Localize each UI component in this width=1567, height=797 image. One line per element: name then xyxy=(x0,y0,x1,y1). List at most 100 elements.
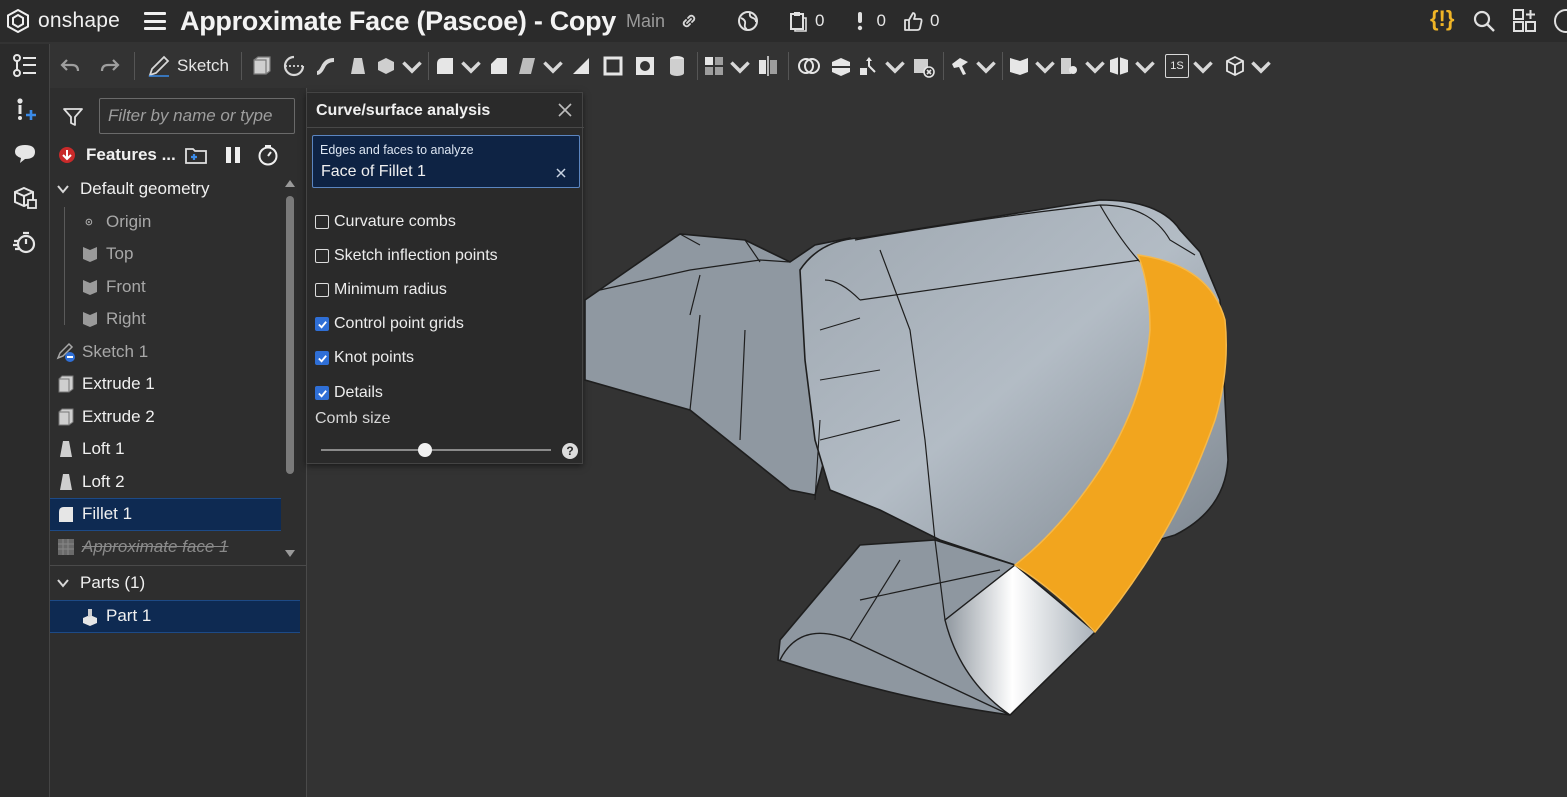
rollback-icon[interactable] xyxy=(58,146,76,164)
performance-button[interactable] xyxy=(0,220,50,264)
chevron-down-icon[interactable] xyxy=(728,54,752,78)
new-folder-icon[interactable] xyxy=(184,144,210,166)
hole-button[interactable] xyxy=(629,48,661,84)
chevron-down-icon[interactable] xyxy=(974,54,998,78)
approximate-face-icon xyxy=(58,538,74,555)
chevron-down-icon[interactable] xyxy=(56,576,70,590)
insert-mate-button[interactable] xyxy=(0,88,50,132)
view-badge-button[interactable]: 1S xyxy=(1164,48,1215,84)
delete-part-button[interactable] xyxy=(907,48,939,84)
thicken-button[interactable] xyxy=(374,48,424,84)
parts-group[interactable]: Parts (1) xyxy=(50,567,307,600)
stopwatch-icon[interactable] xyxy=(256,143,280,167)
chevron-down-icon[interactable] xyxy=(1191,54,1215,78)
like-button[interactable]: 0 xyxy=(902,10,939,32)
redo-button[interactable] xyxy=(90,48,130,84)
extrude-icon xyxy=(253,56,271,75)
tree-item-extrude-2[interactable]: Extrude 2 xyxy=(50,401,281,434)
fillet-icon xyxy=(59,507,73,523)
exclamation-icon xyxy=(857,12,862,31)
chamfer-button[interactable] xyxy=(483,48,515,84)
modify-button[interactable] xyxy=(948,48,998,84)
tree-item-fillet-1[interactable]: Fillet 1 xyxy=(50,498,281,531)
chevron-down-icon[interactable] xyxy=(56,182,70,196)
chevron-down-icon[interactable] xyxy=(1249,54,1273,78)
feature-toolbar: Sketch 1S xyxy=(50,44,1567,88)
tree-item-right[interactable]: Right xyxy=(50,303,281,336)
main-menu-icon[interactable] xyxy=(144,12,166,30)
loft-icon xyxy=(60,441,72,458)
tree-item-loft-1[interactable]: Loft 1 xyxy=(50,433,281,466)
plane-button[interactable] xyxy=(1007,48,1057,84)
document-title[interactable]: Approximate Face (Pascoe) - Copy xyxy=(180,6,616,37)
tree-item-label: Fillet 1 xyxy=(82,504,133,524)
shell-button[interactable] xyxy=(597,48,629,84)
chevron-down-icon[interactable] xyxy=(883,54,907,78)
loft-icon xyxy=(350,58,365,74)
chevron-down-icon[interactable] xyxy=(1083,54,1107,78)
link-icon[interactable] xyxy=(679,11,699,31)
versions-button[interactable]: 0 xyxy=(787,10,825,32)
features-title[interactable]: Features ... xyxy=(86,145,176,165)
loft-button[interactable] xyxy=(342,48,374,84)
undo-button[interactable] xyxy=(50,48,90,84)
view-cube-icon xyxy=(1226,55,1244,77)
parts-library-button[interactable] xyxy=(0,176,50,220)
chevron-down-icon[interactable] xyxy=(1133,54,1157,78)
mirror-button[interactable] xyxy=(752,48,784,84)
extrude-button[interactable] xyxy=(246,48,278,84)
notifications-button[interactable]: 0 xyxy=(849,10,886,32)
graphics-viewport[interactable] xyxy=(308,88,1567,797)
feature-list-toggle[interactable] xyxy=(0,44,50,88)
tree-item-approximate-face-1[interactable]: Approximate face 1 xyxy=(50,531,281,564)
mate-connector-button[interactable] xyxy=(1057,48,1107,84)
hammer-icon xyxy=(951,58,968,75)
chevron-down-icon[interactable] xyxy=(400,54,424,78)
apps-icon[interactable] xyxy=(1512,8,1538,34)
tree-item-part-1[interactable]: Part 1 xyxy=(50,600,300,633)
filter-input[interactable] xyxy=(99,98,295,134)
tree-item-front[interactable]: Front xyxy=(50,271,281,304)
scroll-down-arrow-icon[interactable] xyxy=(284,549,296,559)
tree-item-loft-2[interactable]: Loft 2 xyxy=(50,466,281,499)
top-bar: onshape Approximate Face (Pascoe) - Copy… xyxy=(0,0,1567,42)
boolean-button[interactable] xyxy=(793,48,825,84)
filter-icon[interactable] xyxy=(62,106,84,128)
revolve-button[interactable] xyxy=(278,48,310,84)
split-button[interactable] xyxy=(825,48,857,84)
tree-item-sketch-1[interactable]: Sketch 1 xyxy=(50,336,281,369)
shell-icon xyxy=(603,56,623,76)
sketch-button[interactable]: Sketch xyxy=(139,48,237,84)
user-avatar-icon[interactable] xyxy=(1553,8,1567,34)
tree-item-origin[interactable]: Origin xyxy=(50,206,281,239)
scrollbar-thumb[interactable] xyxy=(286,196,294,474)
chevron-down-icon[interactable] xyxy=(541,54,565,78)
chevron-down-icon[interactable] xyxy=(1033,54,1057,78)
onshape-logo[interactable]: onshape xyxy=(6,9,136,33)
sketch-label: Sketch xyxy=(177,56,229,75)
thread-button[interactable] xyxy=(661,48,693,84)
tree-item-extrude-1[interactable]: Extrude 1 xyxy=(50,368,281,401)
draft-button[interactable] xyxy=(515,48,565,84)
branch-label[interactable]: Main xyxy=(626,11,665,32)
warning-icon[interactable]: {!} xyxy=(1430,6,1454,32)
search-icon[interactable] xyxy=(1472,9,1496,33)
sweep-button[interactable] xyxy=(310,48,342,84)
chevron-down-icon[interactable] xyxy=(459,54,483,78)
fillet-button[interactable] xyxy=(433,48,483,84)
surface-button[interactable] xyxy=(1107,48,1157,84)
tree-item-label: Extrude 1 xyxy=(82,374,155,394)
view-cube-button[interactable] xyxy=(1223,48,1273,84)
transform-button[interactable] xyxy=(857,48,907,84)
pattern-button[interactable] xyxy=(702,48,752,84)
stopwatch-icon xyxy=(13,231,36,254)
scroll-up-arrow-icon[interactable] xyxy=(284,178,296,188)
pause-icon[interactable] xyxy=(224,145,242,165)
comments-button[interactable] xyxy=(0,132,50,176)
mate-connector-plus-icon xyxy=(17,98,36,120)
globe-icon[interactable] xyxy=(737,10,759,32)
rib-button[interactable] xyxy=(565,48,597,84)
default-geometry-group[interactable]: Default geometry xyxy=(50,173,281,206)
tree-item-top[interactable]: Top xyxy=(50,238,281,271)
thicken-icon xyxy=(377,58,394,74)
